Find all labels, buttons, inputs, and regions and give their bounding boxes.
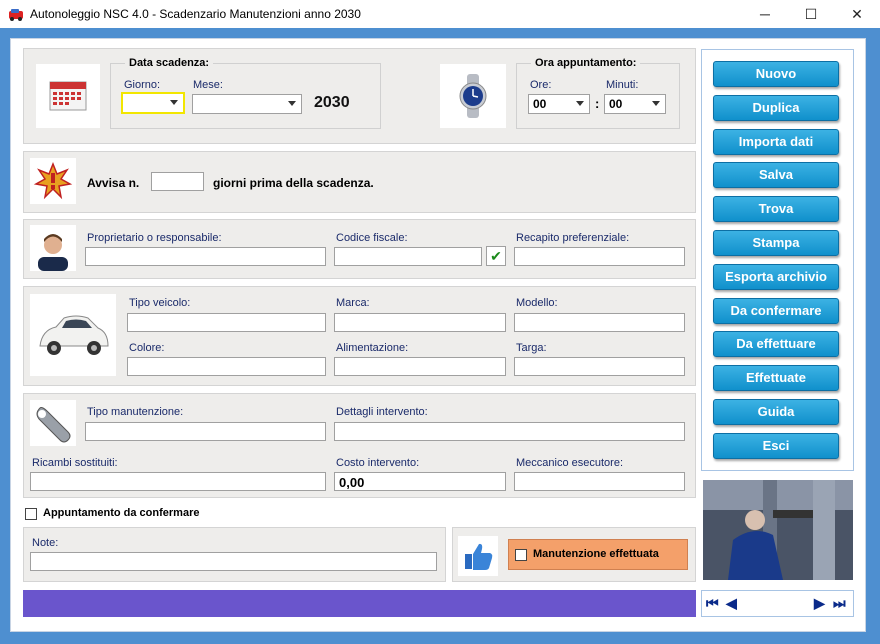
button-importa-dati[interactable]: Importa dati — [713, 128, 839, 155]
plate-label: Targa: — [516, 342, 547, 354]
button-da-confermare[interactable]: Da confermare — [713, 297, 839, 324]
button-esporta-archivio[interactable]: Esporta archivio — [713, 263, 839, 290]
next-record-button[interactable]: ▶ — [814, 595, 825, 612]
done-label: Manutenzione effettuata — [533, 548, 659, 560]
status-bar — [23, 590, 696, 617]
close-button[interactable]: ✕ — [834, 0, 880, 28]
month-select[interactable] — [192, 94, 302, 114]
button-duplica[interactable]: Duplica — [713, 94, 839, 121]
calendar-image — [36, 64, 100, 128]
tax-code-input[interactable] — [334, 247, 482, 266]
date-group-title: Data scadenza: — [125, 57, 214, 69]
mechanic-label: Meccanico esecutore: — [516, 457, 623, 469]
check-icon[interactable]: ✔ — [486, 246, 506, 266]
alert-prefix: Avvisa n. — [87, 176, 140, 190]
minutes-label: Minuti: — [606, 79, 639, 91]
fuel-label: Alimentazione: — [336, 342, 409, 354]
button-effettuate[interactable]: Effettuate — [713, 365, 839, 392]
fuel-input[interactable] — [334, 357, 506, 376]
color-label: Colore: — [129, 342, 165, 354]
minimize-button[interactable]: ─ — [742, 0, 788, 28]
window-title: Autonoleggio NSC 4.0 - Scadenzario Manut… — [30, 7, 361, 21]
month-label: Mese: — [193, 79, 223, 91]
contact-input[interactable] — [514, 247, 685, 266]
maintenance-type-label: Tipo manutenzione: — [87, 406, 184, 418]
last-record-button[interactable]: ⏭ — [833, 595, 846, 612]
maintenance-type-input[interactable] — [85, 422, 326, 441]
time-separator: : — [595, 96, 600, 111]
cost-input[interactable]: 0,00 — [334, 472, 506, 491]
maximize-button[interactable]: ☐ — [788, 0, 834, 28]
chevron-down-icon — [576, 101, 584, 106]
day-label: Giorno: — [124, 79, 161, 91]
chevron-down-icon — [170, 100, 178, 105]
model-input[interactable] — [514, 313, 685, 332]
nav-bar — [701, 590, 854, 617]
color-input[interactable] — [127, 357, 326, 376]
hours-label: Ore: — [530, 79, 552, 91]
plate-input[interactable] — [514, 357, 685, 376]
to-confirm-checkbox[interactable] — [25, 508, 37, 520]
cost-label: Costo intervento: — [336, 457, 420, 469]
time-group-title: Ora appuntamento: — [531, 57, 641, 69]
mechanic-input[interactable] — [514, 472, 685, 491]
watch-image — [440, 64, 506, 128]
thumbs-up-icon — [458, 536, 498, 576]
car-image — [30, 294, 116, 376]
details-label: Dettagli intervento: — [336, 406, 428, 418]
contact-label: Recapito preferenziale: — [516, 232, 630, 244]
alert-image — [30, 158, 76, 204]
day-select[interactable] — [121, 92, 185, 114]
done-checkbox[interactable] — [515, 549, 527, 561]
person-image — [30, 225, 76, 271]
minutes-select[interactable]: 00 — [604, 94, 666, 114]
to-confirm-label: Appuntamento da confermare — [43, 507, 200, 519]
alert-days-input[interactable] — [151, 172, 204, 191]
year-value: 2030 — [314, 94, 350, 111]
owner-input[interactable] — [85, 247, 326, 266]
brand-input[interactable] — [334, 313, 506, 332]
first-record-button[interactable]: ⏮ — [706, 595, 719, 612]
chevron-down-icon — [288, 101, 296, 106]
wrench-image — [30, 400, 76, 446]
model-label: Modello: — [516, 297, 558, 309]
details-input[interactable] — [334, 422, 685, 441]
mechanic-image — [703, 480, 853, 580]
brand-label: Marca: — [336, 297, 370, 309]
button-trova[interactable]: Trova — [713, 196, 839, 223]
owner-label: Proprietario o responsabile: — [87, 232, 222, 244]
tax-code-label: Codice fiscale: — [336, 232, 408, 244]
notes-input[interactable] — [30, 552, 437, 571]
alert-suffix: giorni prima della scadenza. — [213, 176, 374, 190]
parts-label: Ricambi sostituiti: — [32, 457, 118, 469]
button-da-effettuare[interactable]: Da effettuare — [713, 331, 839, 358]
button-nuovo[interactable]: Nuovo — [713, 61, 839, 87]
hours-select[interactable]: 00 — [528, 94, 590, 114]
prev-record-button[interactable]: ◀ — [726, 595, 737, 612]
button-stampa[interactable]: Stampa — [713, 230, 839, 256]
vehicle-type-label: Tipo veicolo: — [129, 297, 191, 309]
notes-label: Note: — [32, 537, 59, 549]
vehicle-type-input[interactable] — [127, 313, 326, 332]
button-esci[interactable]: Esci — [713, 432, 839, 459]
chevron-down-icon — [652, 101, 660, 106]
button-guida[interactable]: Guida — [713, 399, 839, 425]
button-salva[interactable]: Salva — [713, 162, 839, 189]
app-icon — [8, 6, 24, 22]
parts-input[interactable] — [30, 472, 326, 491]
